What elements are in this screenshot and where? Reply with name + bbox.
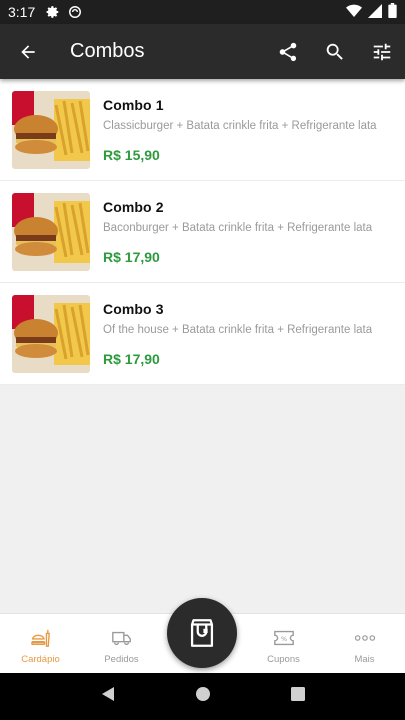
system-home-icon[interactable] (195, 686, 211, 707)
filter-icon (373, 43, 390, 60)
nav-pedidos[interactable]: Pedidos (81, 614, 162, 673)
combo-name: Combo 2 (103, 199, 164, 215)
share-button[interactable] (264, 24, 311, 79)
combo-list: Combo 1 Classicburger + Batata crinkle f… (0, 79, 405, 385)
nav-label: Cupons (267, 653, 300, 665)
page-title: Combos (70, 40, 145, 62)
combo-price: R$ 15,90 (103, 147, 160, 163)
nav-mais[interactable]: Mais (324, 614, 405, 673)
search-icon (326, 43, 343, 60)
combo-description: Baconburger + Batata crinkle frita + Ref… (103, 222, 373, 234)
cart-bag-button[interactable] (167, 598, 237, 668)
status-bar: 3:17 (0, 0, 405, 24)
combo-item[interactable]: Combo 2 Baconburger + Batata crinkle fri… (0, 181, 405, 283)
nav-label: Pedidos (104, 653, 139, 665)
app-bar: Combos (0, 24, 405, 79)
delivery-truck-icon (110, 627, 134, 649)
status-time: 3:17 (8, 4, 36, 20)
settings-gear-icon (45, 4, 61, 20)
combo-image (12, 91, 90, 169)
search-button[interactable] (311, 24, 358, 79)
share-icon (279, 42, 296, 61)
more-dots-icon (353, 627, 377, 649)
combo-info: Combo 2 Baconburger + Batata crinkle fri… (103, 193, 372, 282)
shopping-bag-icon (190, 619, 214, 647)
combo-image (12, 295, 90, 373)
battery-icon (388, 3, 397, 21)
combo-name: Combo 1 (103, 97, 164, 113)
nav-label: Cardápio (21, 653, 60, 665)
filter-button[interactable] (358, 24, 405, 79)
nav-cupons[interactable]: % Cupons (243, 614, 324, 673)
system-nav-bar (0, 673, 405, 720)
menu-burger-icon (29, 627, 53, 649)
combo-description: Of the house + Batata crinkle frita + Re… (103, 324, 373, 336)
combo-image (12, 193, 90, 271)
svg-text:%: % (280, 634, 286, 642)
combo-info: Combo 3 Of the house + Batata crinkle fr… (103, 295, 372, 384)
arrow-back-icon (21, 44, 35, 59)
back-button[interactable] (0, 24, 56, 79)
nav-cardapio[interactable]: Cardápio (0, 614, 81, 673)
combo-item[interactable]: Combo 3 Of the house + Batata crinkle fr… (0, 283, 405, 385)
combo-description: Classicburger + Batata crinkle frita + R… (103, 120, 377, 132)
system-recents-icon[interactable] (290, 686, 306, 707)
combo-info: Combo 1 Classicburger + Batata crinkle f… (103, 91, 377, 180)
combo-price: R$ 17,90 (103, 249, 160, 265)
sync-icon (67, 4, 83, 20)
combo-price: R$ 17,90 (103, 351, 160, 367)
nav-label: Mais (354, 653, 375, 665)
combo-name: Combo 3 (103, 301, 164, 317)
wifi-icon (346, 4, 362, 21)
signal-icon (368, 3, 382, 21)
coupon-icon: % (272, 627, 296, 649)
combo-item[interactable]: Combo 1 Classicburger + Batata crinkle f… (0, 79, 405, 181)
system-back-icon[interactable] (100, 686, 116, 707)
